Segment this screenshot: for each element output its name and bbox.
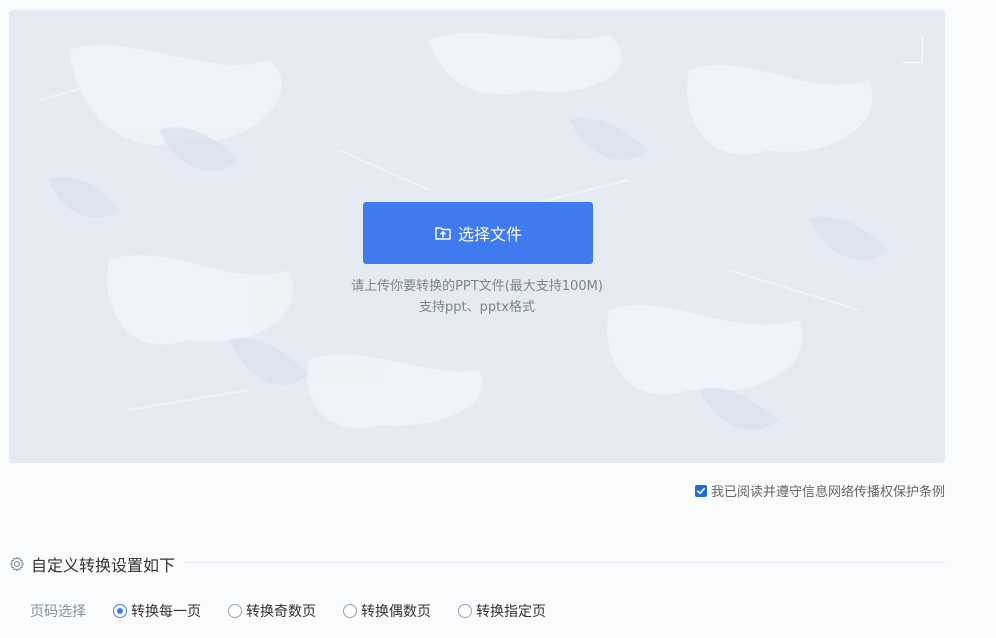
settings-title: 自定义转换设置如下 [31, 556, 176, 575]
upload-hint-format: 支持ppt、pptx格式 [419, 300, 535, 315]
agreement-label[interactable]: 我已阅读并遵守信息网络传播权保护条例 [711, 481, 945, 500]
upload-hint-size: 请上传你要转换的PPT文件(最大支持100M) [351, 279, 603, 294]
radio-label: 转换偶数页 [361, 604, 431, 620]
upload-dropzone[interactable]: 选择文件 请上传你要转换的PPT文件(最大支持100M) 支持ppt、pptx格… [9, 10, 945, 463]
corner-marker [902, 36, 923, 63]
radio-button[interactable] [343, 604, 357, 618]
page-select-label: 页码选择 [30, 604, 86, 620]
radio-odd-pages[interactable]: 转换奇数页 [228, 601, 316, 621]
settings-header: 自定义转换设置如下 [9, 552, 175, 576]
radio-label: 转换每一页 [131, 604, 201, 620]
agreement-checkbox[interactable] [694, 484, 707, 497]
radio-even-pages[interactable]: 转换偶数页 [343, 601, 431, 621]
page: 选择文件 请上传你要转换的PPT文件(最大支持100M) 支持ppt、pptx格… [0, 0, 996, 638]
gear-icon [9, 556, 25, 572]
checkmark-icon [696, 487, 706, 494]
select-file-label: 选择文件 [457, 225, 522, 244]
radio-label: 转换奇数页 [246, 604, 316, 620]
folder-upload-icon [434, 224, 452, 242]
radio-every-page[interactable]: 转换每一页 [113, 601, 201, 621]
radio-label: 转换指定页 [476, 604, 546, 620]
radio-button[interactable] [458, 604, 472, 618]
agreement: 我已阅读并遵守信息网络传播权保护条例 [694, 481, 945, 500]
page-select-row: 页码选择 转换每一页 转换奇数页 转换偶数页 转换指定页 [30, 601, 573, 621]
radio-specified-pages[interactable]: 转换指定页 [458, 601, 546, 621]
radio-button[interactable] [228, 604, 242, 618]
radio-button[interactable] [113, 604, 127, 618]
select-file-button[interactable]: 选择文件 [363, 202, 593, 264]
settings-divider [185, 562, 945, 563]
